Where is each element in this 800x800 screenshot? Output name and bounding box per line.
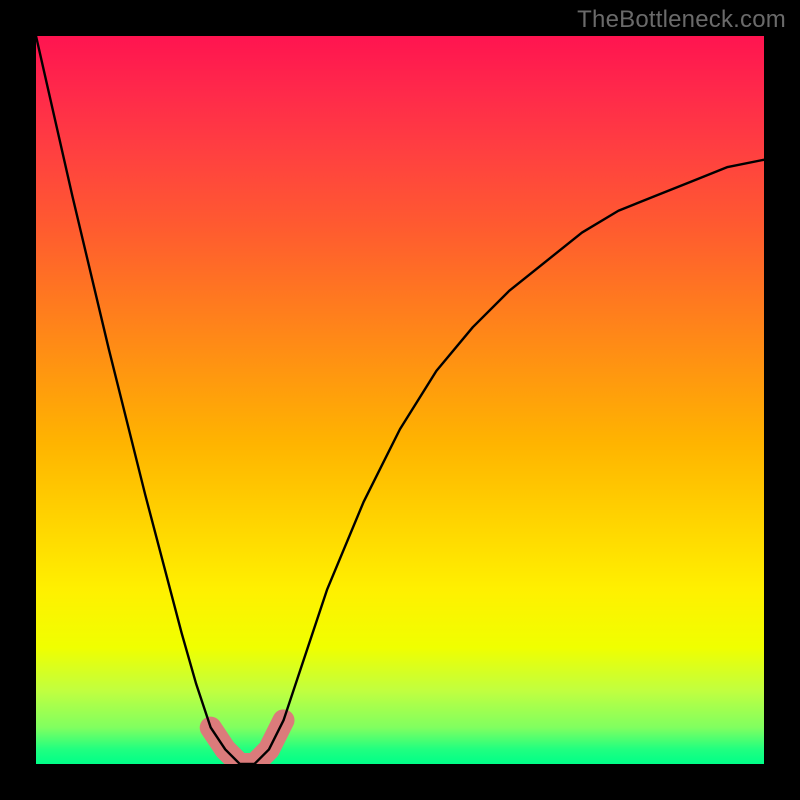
chart-container: TheBottleneck.com bbox=[0, 0, 800, 800]
watermark-text: TheBottleneck.com bbox=[577, 6, 786, 34]
plot-area bbox=[36, 36, 764, 764]
curve-layer bbox=[36, 36, 764, 764]
bottleneck-curve bbox=[36, 36, 764, 764]
